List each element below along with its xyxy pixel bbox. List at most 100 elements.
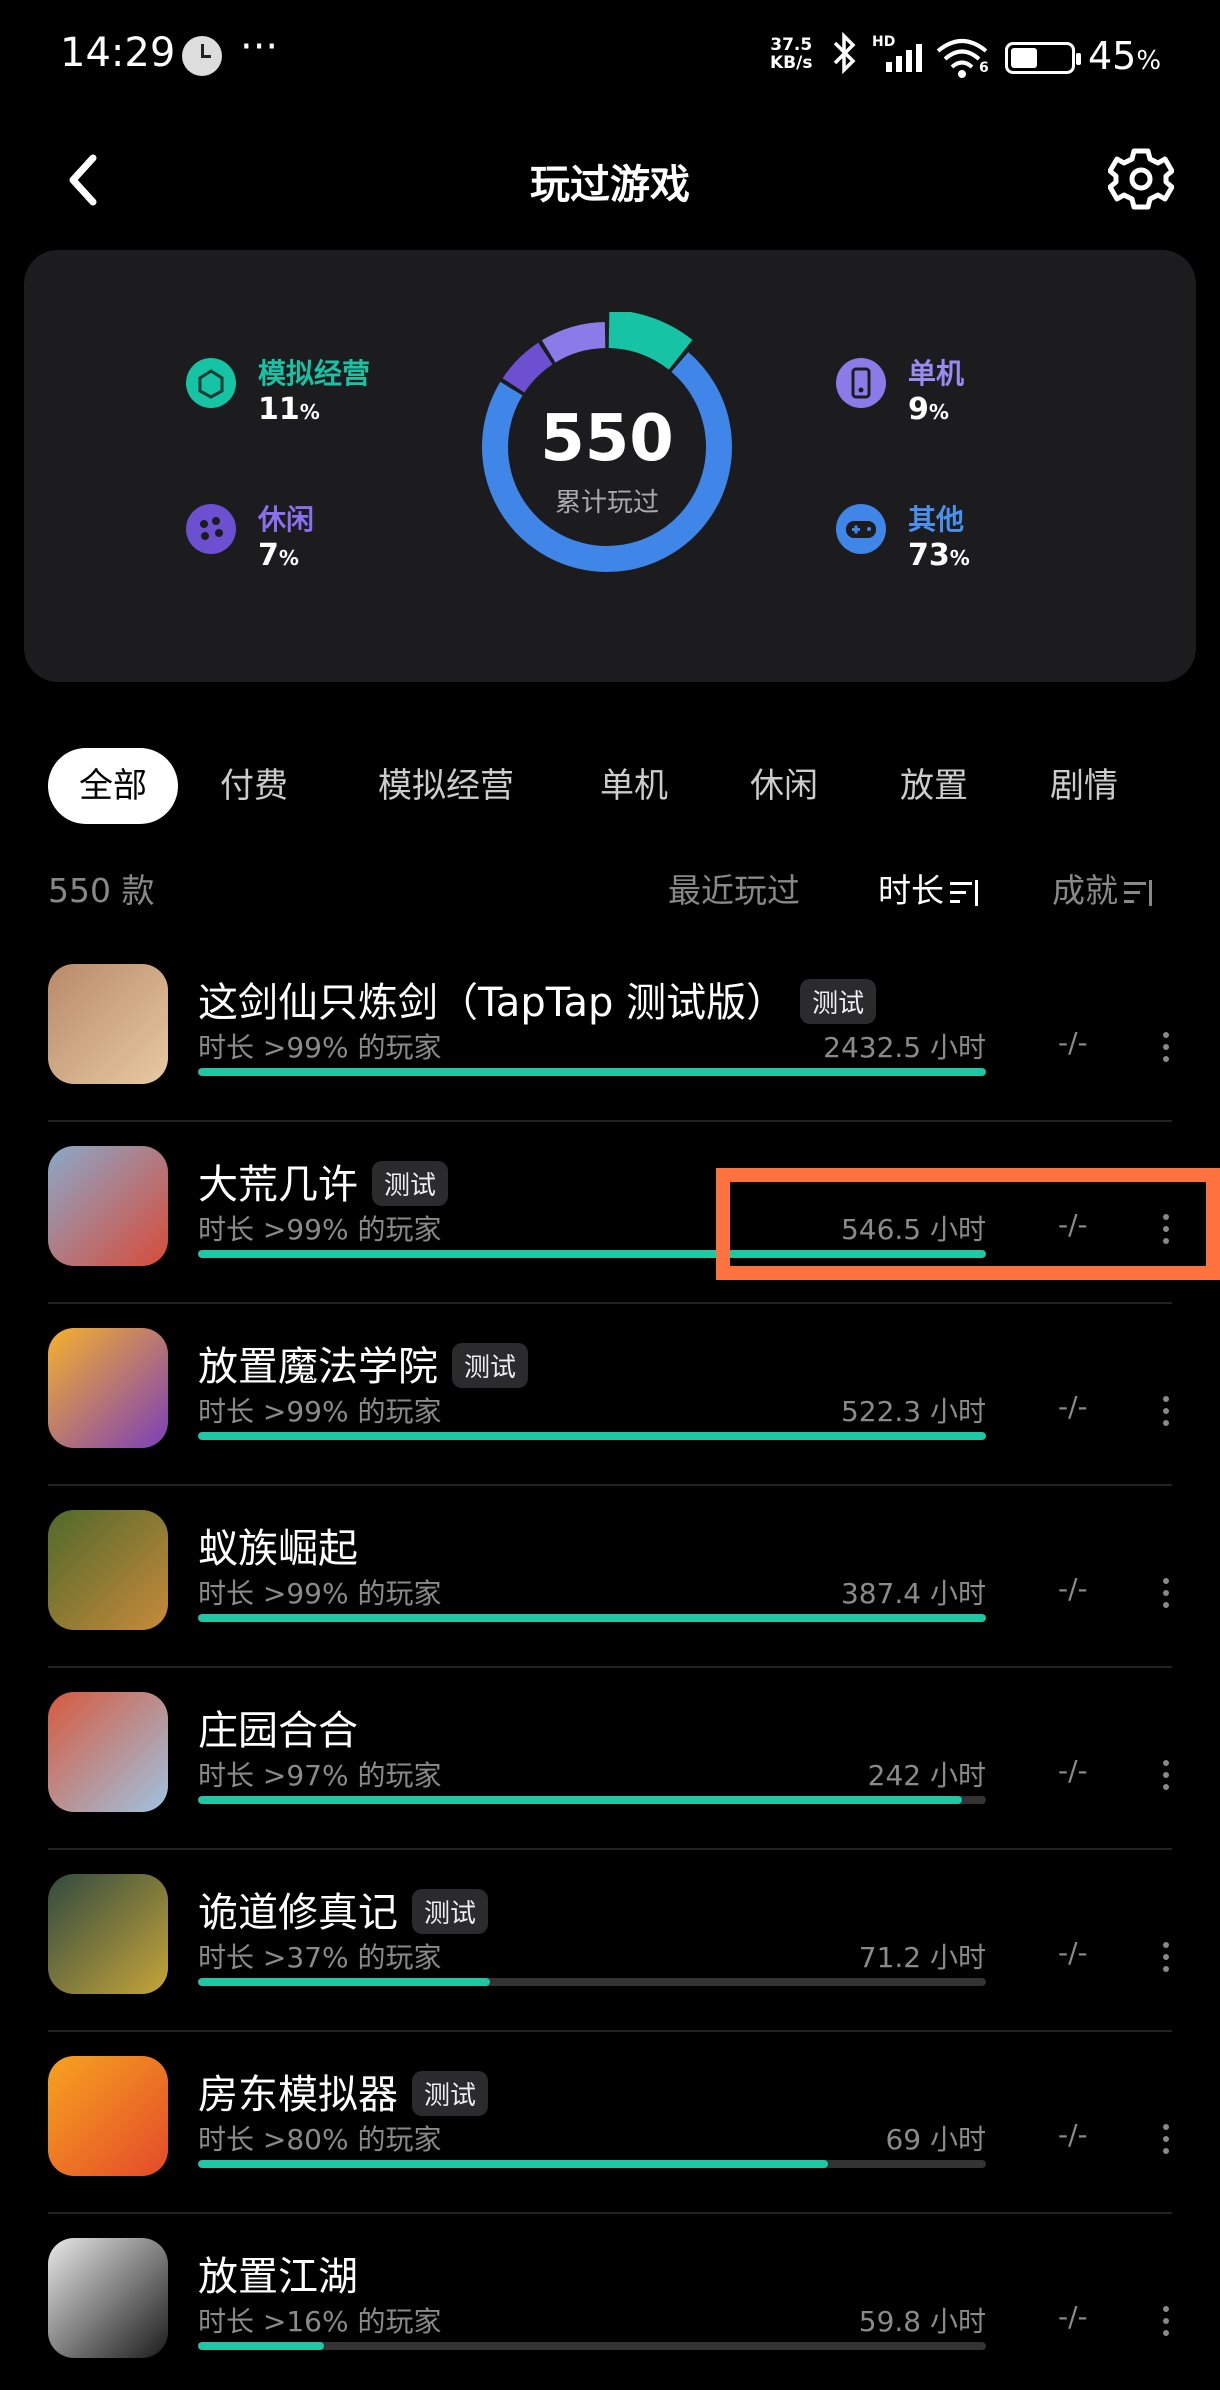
palette-icon bbox=[186, 504, 236, 554]
playtime-progress-bar bbox=[198, 1432, 986, 1440]
test-badge: 测试 bbox=[372, 1160, 449, 1206]
playtime-progress-fill bbox=[198, 1432, 986, 1440]
screen: 14:29 ··· 37.5 KB/s HD 6 45% 玩过游戏 模拟经营 1… bbox=[0, 0, 1220, 2390]
playtime-progress-bar bbox=[198, 1796, 986, 1804]
game-name: 放置江湖 bbox=[198, 2254, 358, 2300]
game-icon[interactable] bbox=[48, 1874, 168, 1994]
category-percent: 7% bbox=[258, 538, 299, 573]
game-title: 这剑仙只炼剑（TapTap 测试版） 测试 bbox=[198, 970, 877, 1028]
playtime-progress-bar bbox=[198, 1978, 986, 1986]
game-icon[interactable] bbox=[48, 1328, 168, 1448]
game-icon[interactable] bbox=[48, 1146, 168, 1266]
category-percent: 73% bbox=[908, 538, 970, 573]
gamepad-icon bbox=[836, 504, 886, 554]
game-row[interactable]: 放置江湖 时长 >16% 的玩家 59.8 小时 -/- bbox=[0, 2214, 1220, 2390]
category-percent-unit: % bbox=[949, 546, 970, 570]
sort-desc-icon bbox=[950, 879, 980, 906]
achievement-count: -/- bbox=[1058, 1026, 1088, 1059]
game-name: 大荒几许 bbox=[198, 1162, 358, 1208]
more-options-icon[interactable] bbox=[1160, 2306, 1170, 2336]
game-row[interactable]: 诡道修真记 测试 时长 >37% 的玩家 71.2 小时 -/- bbox=[0, 1850, 1220, 2032]
sort-achievement-label: 成就 bbox=[1052, 871, 1118, 910]
playtime-rank: 时长 >37% 的玩家 bbox=[198, 1941, 442, 1974]
network-speed-value: 37.5 bbox=[770, 35, 813, 55]
category-label: 单机 bbox=[908, 357, 965, 390]
donut-segment bbox=[541, 322, 606, 363]
top-bar: 玩过游戏 bbox=[0, 130, 1220, 230]
game-row[interactable]: 这剑仙只炼剑（TapTap 测试版） 测试 时长 >99% 的玩家 2432.5 … bbox=[0, 940, 1220, 1122]
playtime-progress-bar bbox=[198, 1068, 986, 1076]
category-percent-value: 73 bbox=[908, 538, 950, 573]
more-options-icon[interactable] bbox=[1160, 1942, 1170, 1972]
game-icon[interactable] bbox=[48, 1510, 168, 1630]
sort-duration[interactable]: 时长 bbox=[878, 864, 980, 912]
game-icon[interactable] bbox=[48, 2238, 168, 2358]
more-options-icon[interactable] bbox=[1160, 1578, 1170, 1608]
game-icon[interactable] bbox=[48, 964, 168, 1084]
sort-recent[interactable]: 最近玩过 bbox=[668, 864, 800, 912]
game-row[interactable]: 庄园合合 时长 >97% 的玩家 242 小时 -/- bbox=[0, 1668, 1220, 1850]
game-row[interactable]: 房东模拟器 测试 时长 >80% 的玩家 69 小时 -/- bbox=[0, 2032, 1220, 2214]
bluetooth-icon bbox=[832, 31, 858, 84]
network-type-label: HD bbox=[872, 34, 896, 50]
donut-segment bbox=[502, 342, 553, 393]
playtime-progress-fill bbox=[198, 1614, 986, 1622]
playtime-progress-fill bbox=[198, 1978, 490, 1986]
playtime-hours: 69 小时 bbox=[885, 2123, 986, 2156]
category-percent-value: 9 bbox=[908, 392, 929, 427]
game-title: 诡道修真记 测试 bbox=[198, 1880, 489, 1938]
simulation-icon bbox=[186, 358, 236, 408]
battery-percent: 45% bbox=[1088, 34, 1161, 78]
more-options-icon[interactable] bbox=[1160, 1396, 1170, 1426]
tab-casual[interactable]: 休闲 bbox=[750, 748, 818, 824]
clock-app-icon bbox=[182, 36, 222, 76]
more-options-icon[interactable] bbox=[1160, 1760, 1170, 1790]
game-row[interactable]: 蚁族崛起 时长 >99% 的玩家 387.4 小时 -/- bbox=[0, 1486, 1220, 1668]
playtime-hours: 2432.5 小时 bbox=[823, 1031, 986, 1064]
playtime-rank: 时长 >99% 的玩家 bbox=[198, 1395, 442, 1428]
tab-single-player[interactable]: 单机 bbox=[600, 748, 668, 824]
status-time: 14:29 bbox=[60, 30, 176, 76]
more-notifications-icon: ··· bbox=[240, 24, 279, 70]
playtime-rank: 时长 >16% 的玩家 bbox=[198, 2305, 442, 2338]
settings-button[interactable] bbox=[1107, 146, 1175, 212]
playtime-rank: 时长 >80% 的玩家 bbox=[198, 2123, 442, 2156]
tab-simulation[interactable]: 模拟经营 bbox=[378, 748, 514, 824]
game-count: 550 款 bbox=[48, 871, 155, 910]
battery-icon bbox=[1005, 42, 1081, 74]
game-row[interactable]: 放置魔法学院 测试 时长 >99% 的玩家 522.3 小时 -/- bbox=[0, 1304, 1220, 1486]
playtime-hours: 242 小时 bbox=[867, 1759, 986, 1792]
network-speed-unit: KB/s bbox=[770, 53, 813, 73]
category-label: 其他 bbox=[908, 503, 965, 536]
game-icon[interactable] bbox=[48, 2056, 168, 2176]
category-percent-value: 7 bbox=[258, 538, 279, 573]
game-title: 放置魔法学院 测试 bbox=[198, 1334, 529, 1392]
game-icon[interactable] bbox=[48, 1692, 168, 1812]
game-title: 房东模拟器 测试 bbox=[198, 2062, 489, 2120]
test-badge: 测试 bbox=[452, 1342, 529, 1388]
wifi-icon: 6 bbox=[935, 38, 989, 78]
sort-desc-icon bbox=[1124, 879, 1154, 906]
network-speed: 37.5 KB/s bbox=[770, 36, 812, 72]
sort-achievement[interactable]: 成就 bbox=[1052, 864, 1154, 912]
battery-value: 45 bbox=[1088, 34, 1137, 78]
gear-icon bbox=[1107, 148, 1175, 210]
game-name: 这剑仙只炼剑（TapTap 测试版） bbox=[198, 980, 787, 1026]
battery-unit: % bbox=[1136, 46, 1162, 76]
more-options-icon[interactable] bbox=[1160, 1032, 1170, 1062]
game-name: 庄园合合 bbox=[198, 1708, 358, 1754]
highlight-box bbox=[716, 1168, 1220, 1280]
tab-story[interactable]: 剧情 bbox=[1050, 748, 1118, 824]
cellular-signal-icon: HD bbox=[872, 34, 924, 76]
playtime-rank: 时长 >97% 的玩家 bbox=[198, 1759, 442, 1792]
test-badge: 测试 bbox=[800, 978, 877, 1024]
tab-idle[interactable]: 放置 bbox=[900, 748, 968, 824]
test-badge: 测试 bbox=[412, 2070, 489, 2116]
status-bar: 14:29 ··· 37.5 KB/s HD 6 45% bbox=[0, 0, 1220, 115]
genre-tabs: 全部 付费 模拟经营 单机 休闲 放置 剧情 bbox=[48, 748, 1220, 828]
game-name: 放置魔法学院 bbox=[198, 1344, 438, 1390]
tab-paid[interactable]: 付费 bbox=[220, 748, 288, 824]
more-options-icon[interactable] bbox=[1160, 2124, 1170, 2154]
tab-all[interactable]: 全部 bbox=[48, 748, 178, 824]
category-label: 模拟经营 bbox=[258, 357, 371, 390]
